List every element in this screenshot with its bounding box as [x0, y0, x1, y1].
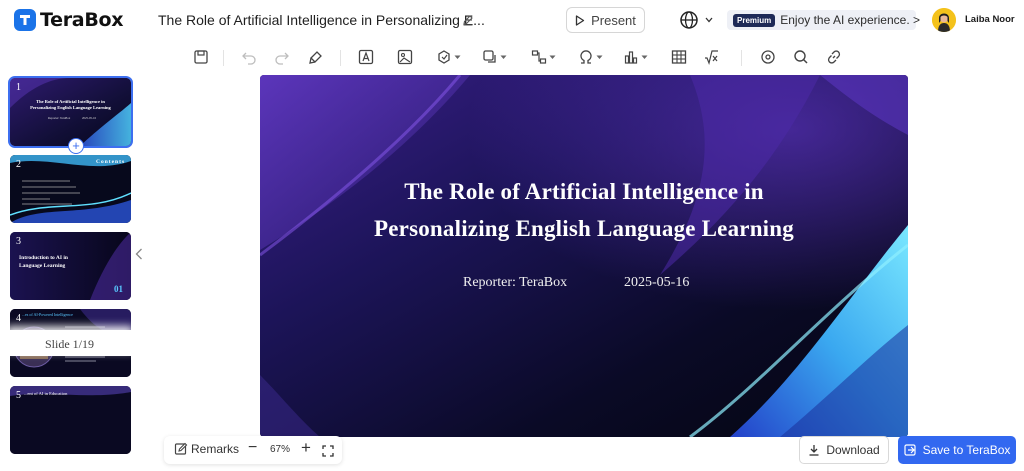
zoom-out-button[interactable]: −: [248, 439, 257, 457]
present-label: Present: [591, 12, 636, 28]
globe-icon: [680, 11, 698, 29]
user-name: Laiba Noor: [965, 14, 1015, 25]
link-icon[interactable]: [826, 48, 842, 66]
slide-date[interactable]: 2025-05-16: [624, 275, 689, 291]
download-label: Download: [826, 443, 880, 457]
user-avatar[interactable]: [932, 8, 956, 32]
app-name: TeraBox: [40, 9, 124, 31]
chevron-down-icon: [705, 17, 713, 23]
promo-text: Enjoy the AI experience. >: [780, 13, 920, 27]
slide-number: 2: [16, 159, 21, 170]
chart-icon[interactable]: [623, 48, 648, 66]
zoom-level: 67%: [270, 444, 291, 455]
table-icon[interactable]: [671, 48, 687, 66]
thumb-heading: ...ent of AI in Education: [24, 391, 68, 396]
symbol-icon[interactable]: [578, 48, 603, 66]
bottom-controls: Remarks − 67% +: [164, 436, 342, 464]
slide-number: 1: [16, 82, 21, 93]
slide-title-line1[interactable]: The Role of Artificial Intelligence in: [260, 179, 908, 205]
record-icon[interactable]: [760, 48, 776, 66]
download-button[interactable]: Download: [799, 436, 889, 464]
top-header: TeraBox The Role of Artificial Intellige…: [0, 0, 1024, 40]
save-to-terabox-button[interactable]: Save to TeraBox: [898, 436, 1016, 464]
thumb-heading: Contents: [96, 159, 126, 165]
slide-thumbnail-3[interactable]: 3 Introduction to AI in Language Learnin…: [10, 232, 131, 300]
slide-number: 4: [16, 313, 21, 324]
save-label: Save to TeraBox: [922, 443, 1011, 457]
cloud-save-icon: [903, 444, 916, 456]
slide-canvas[interactable]: The Role of Artificial Intelligence in P…: [260, 75, 908, 437]
play-icon: [575, 14, 585, 26]
editing-toolbar: [0, 42, 1024, 72]
format-painter-icon[interactable]: [308, 48, 324, 66]
collapse-panel-chevron-icon[interactable]: [135, 247, 143, 265]
thumb-date: 2025-05-16: [82, 116, 96, 120]
layout-icon[interactable]: [482, 48, 507, 66]
connector-icon[interactable]: [531, 48, 556, 66]
slide-thumbnail-1[interactable]: 1 The Role of Artificial Intelligence in…: [8, 76, 133, 148]
slide-reporter[interactable]: Reporter: TeraBox: [463, 275, 567, 291]
image-icon[interactable]: [397, 48, 413, 66]
shape-icon[interactable]: [436, 48, 461, 66]
slide-thumbnail-5[interactable]: 5 ...ent of AI in Education: [10, 386, 131, 454]
thumb-title-line1: Introduction to AI in: [19, 255, 68, 261]
add-slide-button[interactable]: +: [68, 138, 84, 154]
thumb-title-line2: Personalizing English Language Learning: [30, 105, 111, 110]
premium-promo-banner[interactable]: Premium Enjoy the AI experience. >: [727, 10, 920, 30]
redo-icon[interactable]: [274, 48, 290, 66]
remarks-icon: [174, 442, 188, 455]
slide-title-line2[interactable]: Personalizing English Language Learning: [260, 216, 908, 242]
terabox-logo[interactable]: TeraBox: [14, 9, 124, 31]
thumb-title-line2: Language Learning: [19, 263, 66, 269]
undo-icon[interactable]: [241, 48, 257, 66]
search-icon[interactable]: [793, 48, 809, 66]
thumb-section-number: 01: [114, 284, 123, 294]
thumb-heading: ...es of AI-Powered Intelligence: [22, 312, 73, 317]
download-icon: [809, 445, 819, 456]
terabox-logo-icon: [14, 9, 36, 31]
slide-thumbnails-panel: 1 The Role of Artificial Intelligence in…: [6, 74, 133, 454]
slide-number: 5: [16, 390, 21, 401]
language-selector[interactable]: [679, 10, 713, 30]
text-box-icon[interactable]: [358, 48, 374, 66]
save-icon[interactable]: [193, 48, 209, 66]
premium-badge: Premium: [733, 13, 776, 27]
formula-icon[interactable]: [703, 48, 719, 66]
slide-number: 3: [16, 236, 21, 247]
present-button[interactable]: Present: [566, 7, 645, 33]
remarks-button[interactable]: Remarks: [174, 442, 239, 456]
document-title[interactable]: The Role of Artificial Intelligence in P…: [158, 12, 485, 28]
slide-thumbnail-2[interactable]: 2 Contents: [10, 155, 131, 223]
zoom-in-button[interactable]: +: [301, 438, 311, 458]
fullscreen-icon[interactable]: [322, 444, 334, 462]
rename-pencil-icon[interactable]: [462, 13, 474, 31]
app-window: TeraBox The Role of Artificial Intellige…: [0, 0, 1024, 471]
remarks-label: Remarks: [191, 442, 240, 456]
slide-counter: Slide 1/19: [6, 330, 133, 356]
thumb-reporter: Reporter: TeraBox: [48, 116, 71, 120]
